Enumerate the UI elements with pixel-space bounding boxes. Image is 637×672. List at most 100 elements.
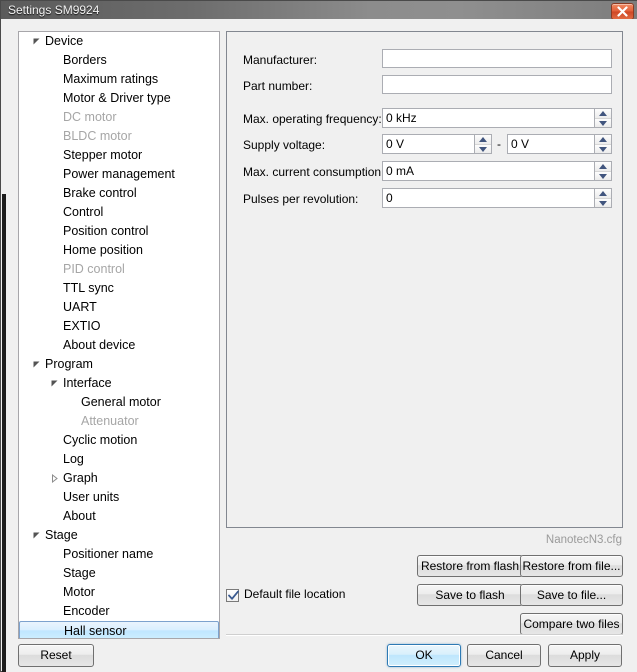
tree-item-label: Cyclic motion xyxy=(63,431,137,450)
max-operating-frequency-spin-buttons[interactable] xyxy=(594,109,611,127)
tree-item-stepper-motor[interactable]: Stepper motor xyxy=(19,146,219,165)
tree-item-control[interactable]: Control xyxy=(19,203,219,222)
supply-voltage-max-spin-buttons[interactable] xyxy=(594,135,611,153)
tree-item-ttl-sync[interactable]: TTL sync xyxy=(19,279,219,298)
chevron-up-icon xyxy=(599,191,607,196)
tree-item-hall-sensor[interactable]: Hall sensor xyxy=(19,621,219,639)
tree-item-device[interactable]: Device xyxy=(19,32,219,51)
chevron-down-icon xyxy=(599,147,607,152)
close-button[interactable] xyxy=(611,3,634,19)
tree-twisty[interactable] xyxy=(30,355,42,374)
spin-down-button[interactable] xyxy=(595,171,611,180)
twisty-expanded-icon xyxy=(32,531,41,540)
max-current-consumption-spin-buttons[interactable] xyxy=(594,162,611,180)
chevron-down-icon xyxy=(599,174,607,179)
default-file-location-label: Default file location xyxy=(244,587,345,601)
close-icon xyxy=(617,6,628,17)
tree-item-label: About xyxy=(63,507,96,526)
tree-item-stage[interactable]: Stage xyxy=(19,564,219,583)
spin-up-button[interactable] xyxy=(595,135,611,144)
checkmark-icon xyxy=(228,590,239,601)
max-operating-frequency-value: 0 kHz xyxy=(386,109,417,127)
tree-item-label: Attenuator xyxy=(81,412,139,431)
tree-item-bldc-motor[interactable]: BLDC motor xyxy=(19,127,219,146)
settings-tree[interactable]: DeviceBordersMaximum ratingsMotor & Driv… xyxy=(18,31,220,639)
max-operating-frequency-spinbox[interactable]: 0 kHz xyxy=(382,108,612,128)
tree-twisty[interactable] xyxy=(48,469,60,488)
tree-item-user-units[interactable]: User units xyxy=(19,488,219,507)
tree-item-pid-control[interactable]: PID control xyxy=(19,260,219,279)
tree-item-uart[interactable]: UART xyxy=(19,298,219,317)
tree-twisty[interactable] xyxy=(30,32,42,51)
tree-item-maximum-ratings[interactable]: Maximum ratings xyxy=(19,70,219,89)
max-current-consumption-spinbox[interactable]: 0 mA xyxy=(382,161,612,181)
supply-voltage-min-value: 0 V xyxy=(386,135,404,153)
tree-item-program[interactable]: Program xyxy=(19,355,219,374)
spin-up-button[interactable] xyxy=(595,189,611,198)
ok-button[interactable]: OK xyxy=(387,644,461,667)
pulses-per-revolution-spin-buttons[interactable] xyxy=(594,189,611,207)
default-file-location-checkbox[interactable] xyxy=(226,589,239,602)
reset-button[interactable]: Reset xyxy=(18,644,94,667)
tree-item-label: User units xyxy=(63,488,119,507)
tree-item-interface[interactable]: Interface xyxy=(19,374,219,393)
tree-item-about[interactable]: About xyxy=(19,507,219,526)
tree-item-positioner-name[interactable]: Positioner name xyxy=(19,545,219,564)
tree-item-label: Stage xyxy=(45,526,78,545)
tree-item-label: Motor xyxy=(63,583,95,602)
chevron-up-icon xyxy=(599,111,607,116)
tree-item-label: Position control xyxy=(63,222,148,241)
tree-item-home-position[interactable]: Home position xyxy=(19,241,219,260)
tree-twisty[interactable] xyxy=(48,374,60,393)
part-number-input[interactable] xyxy=(382,75,612,94)
spin-down-button[interactable] xyxy=(595,144,611,153)
tree-item-motor[interactable]: Motor xyxy=(19,583,219,602)
tree-item-power-management[interactable]: Power management xyxy=(19,165,219,184)
tree-item-label: UART xyxy=(63,298,97,317)
pulses-per-revolution-value: 0 xyxy=(386,189,393,207)
spin-down-button[interactable] xyxy=(595,198,611,207)
supply-voltage-min-spinbox[interactable]: 0 V xyxy=(382,134,492,154)
tree-item-motor-driver-type[interactable]: Motor & Driver type xyxy=(19,89,219,108)
spin-up-button[interactable] xyxy=(595,162,611,171)
save-to-file-button[interactable]: Save to file... xyxy=(520,584,623,606)
chevron-up-icon xyxy=(479,137,487,142)
tree-item-position-control[interactable]: Position control xyxy=(19,222,219,241)
restore-from-file-button[interactable]: Restore from file... xyxy=(520,555,623,577)
tree-item-general-motor[interactable]: General motor xyxy=(19,393,219,412)
save-to-flash-button[interactable]: Save to flash xyxy=(417,584,523,606)
cancel-button[interactable]: Cancel xyxy=(467,644,541,667)
title-bar[interactable]: Settings SM9924 xyxy=(1,1,637,19)
tree-item-borders[interactable]: Borders xyxy=(19,51,219,70)
spin-up-button[interactable] xyxy=(475,135,491,144)
tree-item-cyclic-motion[interactable]: Cyclic motion xyxy=(19,431,219,450)
chevron-down-icon xyxy=(479,147,487,152)
restore-from-flash-button[interactable]: Restore from flash xyxy=(417,555,523,577)
pulses-per-revolution-spinbox[interactable]: 0 xyxy=(382,188,612,208)
tree-item-label: DC motor xyxy=(63,108,116,127)
tree-twisty[interactable] xyxy=(30,526,42,545)
tree-item-about-device[interactable]: About device xyxy=(19,336,219,355)
compare-two-files-button[interactable]: Compare two files xyxy=(520,613,623,635)
apply-button[interactable]: Apply xyxy=(548,644,622,667)
window-title: Settings SM9924 xyxy=(8,3,99,17)
tree-item-extio[interactable]: EXTIO xyxy=(19,317,219,336)
tree-item-stage[interactable]: Stage xyxy=(19,526,219,545)
spin-down-button[interactable] xyxy=(475,144,491,153)
tree-item-label: About device xyxy=(63,336,135,355)
client-area: DeviceBordersMaximum ratingsMotor & Driv… xyxy=(2,19,637,672)
supply-voltage-min-spin-buttons[interactable] xyxy=(474,135,491,153)
tree-item-label: Graph xyxy=(63,469,98,488)
spin-up-button[interactable] xyxy=(595,109,611,118)
tree-item-log[interactable]: Log xyxy=(19,450,219,469)
supply-voltage-max-spinbox[interactable]: 0 V xyxy=(507,134,612,154)
manufacturer-input[interactable] xyxy=(382,49,612,68)
tree-item-label: TTL sync xyxy=(63,279,114,298)
max-operating-frequency-label: Max. operating frequency: xyxy=(243,112,382,126)
tree-item-brake-control[interactable]: Brake control xyxy=(19,184,219,203)
tree-item-attenuator[interactable]: Attenuator xyxy=(19,412,219,431)
tree-item-dc-motor[interactable]: DC motor xyxy=(19,108,219,127)
spin-down-button[interactable] xyxy=(595,118,611,127)
tree-item-graph[interactable]: Graph xyxy=(19,469,219,488)
tree-item-encoder[interactable]: Encoder xyxy=(19,602,219,621)
